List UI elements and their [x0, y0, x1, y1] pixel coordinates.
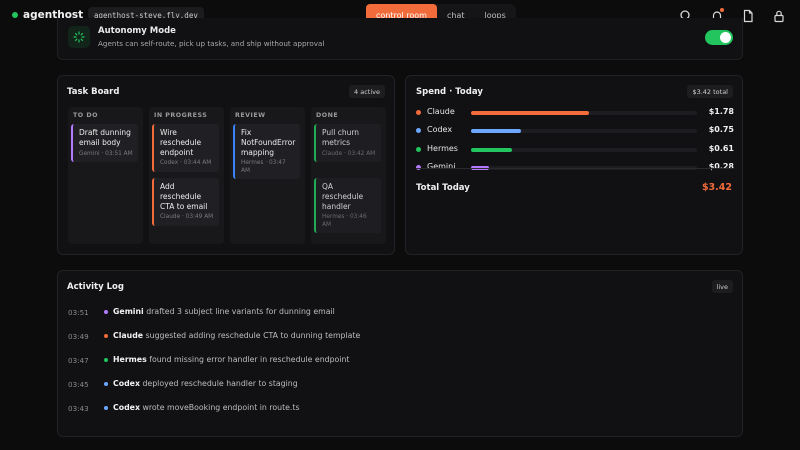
log-entry: 03:49 Claude suggested adding reschedule…: [68, 331, 728, 343]
task-title: QA reschedule handler: [322, 182, 364, 211]
log-text: drafted 3 subject line variants for dunn…: [146, 307, 335, 316]
codex-dot-icon: [104, 406, 108, 410]
log-agent: Gemini: [113, 307, 144, 316]
task-title: Draft dunning email body: [79, 128, 131, 147]
spend-agent-name: Claude: [427, 107, 455, 116]
log-agent: Hermes: [113, 355, 147, 364]
column-header: REVIEW: [235, 112, 266, 119]
task-card[interactable]: Draft dunning email body Gemini · 03:51 …: [71, 124, 138, 163]
task-meta: Hermes · 03:47 AM: [241, 160, 286, 174]
log-time: 03:47: [68, 356, 89, 365]
task-meta: Claude · 03:42 AM: [322, 150, 376, 157]
activity-title: Activity Log: [67, 282, 124, 292]
active-count-badge: 4 active: [349, 85, 385, 98]
task-card[interactable]: Fix NotFoundError mapping Hermes · 03:47…: [233, 124, 300, 180]
gemini-dot-icon: [104, 310, 108, 314]
divider: [416, 168, 734, 169]
column-review: REVIEW Fix NotFoundError mapping Hermes …: [230, 107, 305, 244]
task-meta: Hermes · 03:46 AM: [322, 214, 367, 228]
task-meta: Codex · 03:44 AM: [160, 160, 212, 167]
status-dot-icon: [12, 12, 18, 18]
log-entry: 03:43 Codex wrote moveBooking endpoint i…: [68, 403, 728, 415]
autonomy-mode-card: Autonomy Mode Agents can self-route, pic…: [57, 18, 743, 60]
log-message: Codex deployed reschedule handler to sta…: [113, 379, 298, 388]
spend-panel: Spend · Today $3.42 total Claude $1.78 C…: [405, 75, 743, 255]
log-time: 03:45: [68, 380, 89, 389]
spend-value: $0.28: [708, 162, 734, 171]
log-time: 03:49: [68, 332, 89, 341]
column-todo: TO DO Draft dunning email body Gemini · …: [68, 107, 143, 244]
spend-bar-track: [471, 148, 697, 152]
task-board-title: Task Board: [67, 87, 120, 97]
lock-icon[interactable]: [772, 8, 786, 23]
log-entry: 03:47 Hermes found missing error handler…: [68, 355, 728, 367]
log-message: Codex wrote moveBooking endpoint in rout…: [113, 403, 300, 412]
column-in-progress: IN PROGRESS Wire reschedule endpoint Cod…: [149, 107, 224, 244]
total-label: Total Today: [416, 183, 470, 193]
log-message: Claude suggested adding reschedule CTA t…: [113, 331, 360, 340]
log-text: deployed reschedule handler to staging: [142, 379, 298, 388]
task-title: Add reschedule CTA to email: [160, 182, 208, 211]
spend-value: $1.78: [708, 107, 734, 116]
codex-dot-icon: [416, 128, 421, 133]
log-time: 03:51: [68, 308, 89, 317]
column-header: TO DO: [73, 112, 98, 119]
log-time: 03:43: [68, 404, 89, 413]
spend-bar: [471, 148, 512, 152]
spend-agent-name: Codex: [427, 125, 453, 134]
spend-agent-name: Hermes: [427, 144, 458, 153]
log-agent: Claude: [113, 331, 144, 340]
spend-value: $0.61: [708, 144, 734, 153]
spend-row-hermes: Hermes $0.61: [416, 144, 734, 156]
spend-row-codex: Codex $0.75: [416, 125, 734, 137]
task-title: Wire reschedule endpoint: [160, 128, 202, 157]
spend-title: Spend · Today: [416, 87, 483, 97]
spinner-icon: [68, 26, 90, 48]
column-header: DONE: [316, 112, 339, 119]
spend-value: $0.75: [708, 125, 734, 134]
column-header: IN PROGRESS: [154, 112, 208, 119]
log-text: suggested adding reschedule CTA to dunni…: [145, 331, 361, 340]
claude-dot-icon: [104, 334, 108, 338]
toggle-knob: [720, 32, 731, 43]
spend-bar: [471, 129, 521, 133]
task-board-panel: Task Board 4 active TO DO Draft dunning …: [57, 75, 395, 255]
live-badge: live: [711, 280, 733, 293]
activity-log-panel: Activity Log live 03:51 Gemini drafted 3…: [57, 270, 743, 437]
autonomy-toggle[interactable]: [705, 30, 733, 45]
log-message: Hermes found missing error handler in re…: [113, 355, 349, 364]
task-meta: Claude · 03:49 AM: [160, 214, 214, 221]
log-text: wrote moveBooking endpoint in route.ts: [142, 403, 300, 412]
spend-agent-name: Gemini: [427, 162, 456, 171]
document-icon[interactable]: [741, 8, 755, 23]
log-text: found missing error handler in reschedul…: [149, 355, 350, 364]
spend-row-claude: Claude $1.78: [416, 107, 734, 119]
hermes-dot-icon: [104, 358, 108, 362]
hermes-dot-icon: [416, 147, 421, 152]
log-entry: 03:45 Codex deployed reschedule handler …: [68, 379, 728, 391]
spend-total-badge: $3.42 total: [687, 85, 733, 98]
codex-dot-icon: [104, 382, 108, 386]
autonomy-title: Autonomy Mode: [98, 26, 176, 36]
task-card[interactable]: Add reschedule CTA to email Claude · 03:…: [152, 178, 219, 226]
log-agent: Codex: [113, 379, 140, 388]
task-meta: Gemini · 03:51 AM: [79, 150, 133, 157]
spend-bar-track: [471, 111, 697, 115]
task-card[interactable]: Wire reschedule endpoint Codex · 03:44 A…: [152, 124, 219, 172]
total-value: $3.42: [701, 182, 732, 193]
claude-dot-icon: [416, 110, 421, 115]
log-agent: Codex: [113, 403, 140, 412]
task-title: Fix NotFoundError mapping: [241, 128, 296, 157]
log-entry: 03:51 Gemini drafted 3 subject line vari…: [68, 307, 728, 319]
spend-bar: [471, 111, 589, 115]
notification-dot: [720, 8, 724, 12]
task-card[interactable]: Pull churn metrics Claude · 03:42 AM: [314, 124, 381, 163]
autonomy-description: Agents can self-route, pick up tasks, an…: [98, 39, 325, 48]
task-card[interactable]: QA reschedule handler Hermes · 03:46 AM: [314, 178, 381, 234]
task-title: Pull churn metrics: [322, 128, 360, 147]
column-done: DONE Pull churn metrics Claude · 03:42 A…: [311, 107, 386, 244]
spend-bar-track: [471, 129, 697, 133]
log-message: Gemini drafted 3 subject line variants f…: [113, 307, 335, 316]
